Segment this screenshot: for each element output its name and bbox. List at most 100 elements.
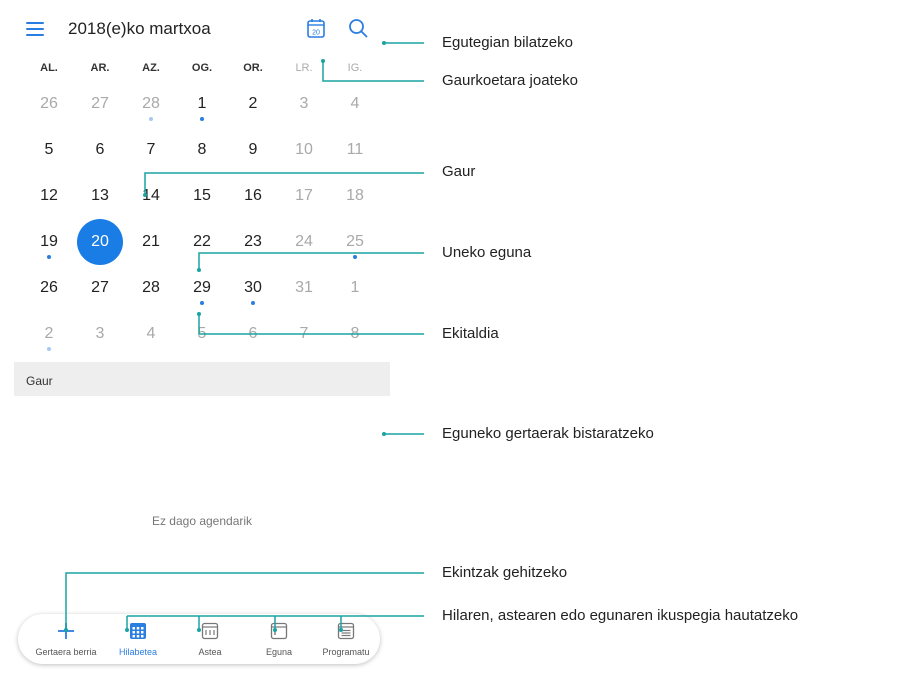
day-number: 31 [295,279,313,296]
top-bar: 2018(e)ko martxoa 20 [14,0,390,56]
day-number: 26 [40,279,58,296]
day-number: 5 [44,141,54,158]
calendar-day[interactable]: 17 [279,186,329,226]
day-number: 6 [95,141,105,158]
day-number: 8 [350,325,360,342]
calendar-day[interactable]: 7 [279,324,329,364]
nav-item-plus[interactable]: Gertaera berria [30,614,102,664]
calendar-day[interactable]: 7 [126,140,176,180]
calendar-day[interactable]: 8 [330,324,380,364]
menu-icon[interactable] [26,22,46,38]
calendar-day[interactable]: 22 [177,232,227,272]
calendar-day-selected[interactable]: 20 [75,219,125,272]
calendar-day[interactable]: 4 [330,94,380,134]
calendar-day[interactable]: 30 [228,278,278,318]
day-number: 21 [142,233,160,250]
calendar-day[interactable]: 31 [279,278,329,318]
calendar-day[interactable]: 15 [177,186,227,226]
weekday-label: IG. [347,62,363,74]
day-number: 7 [146,141,156,158]
calendar-day[interactable]: 28 [126,94,176,134]
day-number: 28 [142,95,160,112]
day-number: 14 [142,187,160,204]
weekday-label: AL. [40,62,58,74]
calendar-day[interactable]: 29 [177,278,227,318]
nav-item-schedule-view[interactable]: Programatu [310,614,382,664]
day-number: 8 [197,141,207,158]
callout-current-day: Uneko eguna [442,244,532,261]
day-number: 28 [142,279,160,296]
calendar-day[interactable]: 6 [228,324,278,364]
calendar-today-icon[interactable]: 20 [307,18,325,38]
calendar-day[interactable]: 24 [279,232,329,272]
calendar-day[interactable]: 16 [228,186,278,226]
event-dot [200,117,204,121]
calendar-day[interactable]: 26 [24,278,74,318]
calendar-day[interactable]: 11 [330,140,380,180]
callout-today: Gaur [442,163,476,180]
calendar-day[interactable]: 23 [228,232,278,272]
callout-view-select: Hilaren, astearen edo egunaren ikuspegia… [442,607,799,624]
calendar-day[interactable]: 1 [177,94,227,134]
weekday-label: AR. [90,62,110,74]
day-number: 18 [346,187,364,204]
day-number: 15 [193,187,211,204]
day-number: 6 [248,325,258,342]
day-number: 26 [40,95,58,112]
day-number: 20 [91,233,109,250]
day-number: 9 [248,141,258,158]
day-number: 5 [197,325,207,342]
day-number: 7 [299,325,309,342]
callout-search: Egutegian bilatzeko [442,34,573,51]
calendar-day[interactable]: 8 [177,140,227,180]
calendar-day[interactable]: 3 [279,94,329,134]
nav-item-week-view[interactable]: Astea [174,614,246,664]
day-number: 24 [295,233,313,250]
calendar-day[interactable]: 1 [330,278,380,318]
calendar-day[interactable]: 5 [24,140,74,180]
nav-item-label: Programatu [322,647,370,657]
weekday-label: OG. [191,62,213,74]
agenda-list[interactable]: Ez dago agendarik [14,396,390,610]
calendar-day[interactable]: 5 [177,324,227,364]
phone-screen: 2018(e)ko martxoa 20 AL. AR. AZ. OG. OR. LR. I… [14,0,390,690]
event-dot [149,117,153,121]
today-icon-day: 20 [312,30,320,37]
calendar-day[interactable]: 19 [24,232,74,272]
calendar-day[interactable]: 6 [75,140,125,180]
day-number: 10 [295,141,313,158]
calendar-day[interactable]: 3 [75,324,125,364]
calendar-day[interactable]: 28 [126,278,176,318]
calendar-day[interactable]: 4 [126,324,176,364]
day-number: 23 [244,233,262,250]
weekday-label: OR. [243,62,263,74]
calendar-day[interactable]: 27 [75,94,125,134]
day-number: 27 [91,279,109,296]
calendar-day[interactable]: 27 [75,278,125,318]
calendar-day[interactable]: 26 [24,94,74,134]
calendar-day[interactable]: 12 [24,186,74,226]
calendar-day[interactable]: 10 [279,140,329,180]
callout-add-events: Ekintzak gehitzeko [442,564,568,581]
calendar-day[interactable]: 25 [330,232,380,272]
day-number: 13 [91,187,109,204]
day-number: 4 [350,95,360,112]
nav-item-month-view[interactable]: Hilabetea [102,614,174,664]
empty-agenda-text: Ez dago agendarik [151,514,253,528]
day-number: 2 [44,325,54,342]
day-number: 17 [295,187,313,204]
bottom-navigation: Gertaera berria Hilabetea Astea Eguna Progra… [18,614,380,664]
calendar-day[interactable]: 2 [228,94,278,134]
day-number: 12 [40,187,58,204]
day-number: 30 [244,279,262,296]
day-number: 11 [346,141,364,158]
calendar-day[interactable]: 18 [330,186,380,226]
callout-goto-today: Gaurkoetara joateko [442,72,578,89]
calendar-day[interactable]: 21 [126,232,176,272]
calendar-day[interactable]: 2 [24,324,74,364]
day-number: 1 [350,279,360,296]
calendar-day[interactable]: 14 [126,186,176,226]
calendar-day[interactable]: 9 [228,140,278,180]
day-number: 27 [91,95,109,112]
search-icon[interactable] [347,17,369,39]
